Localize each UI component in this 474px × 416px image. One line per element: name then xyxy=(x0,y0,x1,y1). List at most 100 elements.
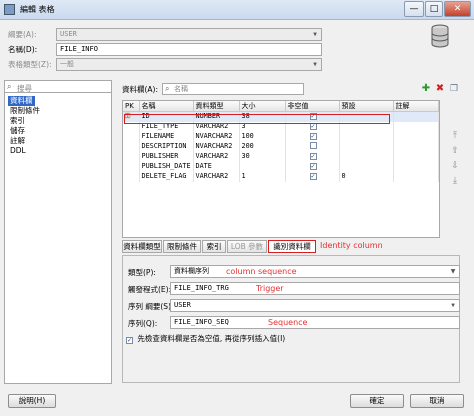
column-size-cell[interactable]: 1 xyxy=(239,171,286,182)
trigger-label: 觸發程式(E): xyxy=(128,285,172,294)
identity-type-label: 類型(P): xyxy=(128,268,156,277)
null-check-row[interactable]: ✓ 先檢查資料欄是否為空值, 再從序列插入值(I) xyxy=(126,333,285,344)
add-column-icon[interactable]: ✚ xyxy=(420,83,432,95)
selected-row-highlight xyxy=(124,114,390,124)
column-comment-cell[interactable] xyxy=(393,151,439,162)
null-check-checkbox[interactable]: ✓ xyxy=(126,337,133,344)
seq-schema-select[interactable]: USER ▼ xyxy=(170,299,460,312)
notnull-checkbox[interactable]: ✓ xyxy=(309,163,317,170)
identity-type-select[interactable]: 資料欄序列 ▼ xyxy=(170,265,460,278)
sequence-label: 序列(Q): xyxy=(128,319,158,328)
nav-item-indexes[interactable]: 索引 xyxy=(8,116,27,126)
column-size-cell[interactable] xyxy=(239,161,286,172)
sequence-input[interactable]: FILE_INFO_SEQ xyxy=(170,316,460,329)
column-type-cell[interactable]: VARCHAR2 xyxy=(193,151,240,162)
nav-item-comment[interactable]: 註解 xyxy=(8,136,27,146)
tab-constraints[interactable]: 限制條件 xyxy=(163,240,201,253)
column-name-cell[interactable]: PUBLISH_DATE xyxy=(139,161,194,172)
notnull-checkbox[interactable]: ✓ xyxy=(309,123,317,130)
notnull-checkbox[interactable] xyxy=(309,141,317,149)
column-name-cell[interactable]: FILENAME xyxy=(139,131,194,142)
column-type-cell[interactable]: NVARCHAR2 xyxy=(193,131,240,142)
cancel-button[interactable]: 取消 xyxy=(410,394,464,408)
table-type-select[interactable]: 一般 ▼ xyxy=(56,58,322,71)
column-header[interactable]: PK xyxy=(123,101,140,112)
annotation-column-sequence: column sequence xyxy=(226,267,297,276)
close-button[interactable]: ✕ xyxy=(444,1,471,17)
column-name-cell[interactable]: PUBLISHER xyxy=(139,151,194,162)
app-icon xyxy=(4,4,15,15)
column-header[interactable]: 預設 xyxy=(339,101,394,112)
annotation-identity-column: Identity column xyxy=(320,241,383,250)
column-default-cell[interactable] xyxy=(339,131,394,142)
name-label: 名稱(D): xyxy=(8,45,38,54)
copy-column-icon[interactable]: ❐ xyxy=(448,83,460,95)
notnull-checkbox[interactable]: ✓ xyxy=(309,173,317,180)
move-up-icon[interactable]: ⇧ xyxy=(449,145,461,157)
tab-column-type[interactable]: 資料欄類型 xyxy=(122,240,162,253)
tab-lob-params[interactable]: LOB 參數 xyxy=(227,240,267,253)
ok-button[interactable]: 確定 xyxy=(350,394,404,408)
column-size-cell[interactable]: 30 xyxy=(239,151,286,162)
schema-value: USER xyxy=(60,30,77,38)
column-comment-cell[interactable] xyxy=(393,131,439,142)
column-header[interactable]: 註解 xyxy=(393,101,439,112)
chevron-down-icon: ▼ xyxy=(450,268,456,275)
table-type-value: 一般 xyxy=(60,60,74,68)
column-header[interactable]: 大小 xyxy=(239,101,286,112)
annotation-sequence: Sequence xyxy=(268,318,308,327)
trigger-input[interactable]: FILE_INFO_TRG xyxy=(170,282,460,295)
column-default-cell[interactable]: 0 xyxy=(339,171,394,182)
table-row[interactable]: FILENAME NVARCHAR2 100 ✓ xyxy=(123,131,439,142)
maximize-button[interactable]: □ xyxy=(425,1,443,17)
tab-identity-column[interactable]: 識別資料欄 xyxy=(268,240,316,253)
column-search-input[interactable]: ⌕ 名稱 xyxy=(162,83,304,95)
column-name-cell[interactable]: DESCRIPTION xyxy=(139,141,194,152)
chevron-down-icon: ▼ xyxy=(451,302,455,309)
name-input[interactable]: FILE_INFO xyxy=(56,43,322,56)
nav-item-storage[interactable]: 儲存 xyxy=(8,126,27,136)
identity-type-value: 資料欄序列 xyxy=(174,267,209,275)
search-icon: ⌕ xyxy=(165,84,170,93)
nav-item-columns[interactable]: 資料欄 xyxy=(8,96,35,106)
column-default-cell[interactable] xyxy=(339,141,394,152)
tab-indexes[interactable]: 索引 xyxy=(202,240,226,253)
nav-item-ddl[interactable]: DDL xyxy=(8,146,28,156)
table-row[interactable]: PUBLISHER VARCHAR2 30 ✓ xyxy=(123,151,439,162)
column-type-cell[interactable]: NVARCHAR2 xyxy=(193,141,240,152)
column-comment-cell[interactable] xyxy=(393,161,439,172)
column-size-cell[interactable]: 100 xyxy=(239,131,286,142)
column-comment-cell[interactable] xyxy=(393,111,439,122)
schema-label: 綱要(A): xyxy=(8,30,37,39)
delete-column-icon[interactable]: ✖ xyxy=(434,83,446,95)
column-type-cell[interactable]: DATE xyxy=(193,161,240,172)
column-header[interactable]: 名稱 xyxy=(139,101,194,112)
window-title: 編輯 表格 xyxy=(20,5,55,14)
nav-search[interactable]: ⌕ 搜尋 xyxy=(4,80,112,93)
table-type-label: 表格類型(Z): xyxy=(8,60,52,69)
column-comment-cell[interactable] xyxy=(393,171,439,182)
column-default-cell[interactable] xyxy=(339,151,394,162)
move-top-icon[interactable]: ⤒ xyxy=(449,130,461,142)
column-comment-cell[interactable] xyxy=(393,141,439,152)
nav-item-constraints[interactable]: 限制條件 xyxy=(8,106,42,116)
table-row[interactable]: PUBLISH_DATE DATE ✓ xyxy=(123,161,439,172)
move-bottom-icon[interactable]: ⤓ xyxy=(449,175,461,187)
schema-select[interactable]: USER ▼ xyxy=(56,28,322,41)
notnull-checkbox[interactable]: ✓ xyxy=(309,133,317,140)
column-size-cell[interactable]: 200 xyxy=(239,141,286,152)
table-row[interactable]: DESCRIPTION NVARCHAR2 200 xyxy=(123,141,439,152)
move-down-icon[interactable]: ⇩ xyxy=(449,160,461,172)
column-default-cell[interactable] xyxy=(339,161,394,172)
database-icon xyxy=(431,24,449,48)
minimize-button[interactable]: — xyxy=(404,1,424,17)
column-name-cell[interactable]: DELETE_FLAG xyxy=(139,171,194,182)
null-check-label: 先檢查資料欄是否為空值, 再從序列插入值(I) xyxy=(137,334,286,343)
column-header[interactable]: 資料類型 xyxy=(193,101,240,112)
column-type-cell[interactable]: VARCHAR2 xyxy=(193,171,240,182)
notnull-checkbox[interactable]: ✓ xyxy=(309,153,317,160)
column-header[interactable]: 非空值 xyxy=(285,101,340,112)
column-comment-cell[interactable] xyxy=(393,121,439,132)
help-button[interactable]: 說明(H) xyxy=(8,394,56,408)
table-row[interactable]: DELETE_FLAG VARCHAR2 1 ✓ 0 xyxy=(123,171,439,182)
